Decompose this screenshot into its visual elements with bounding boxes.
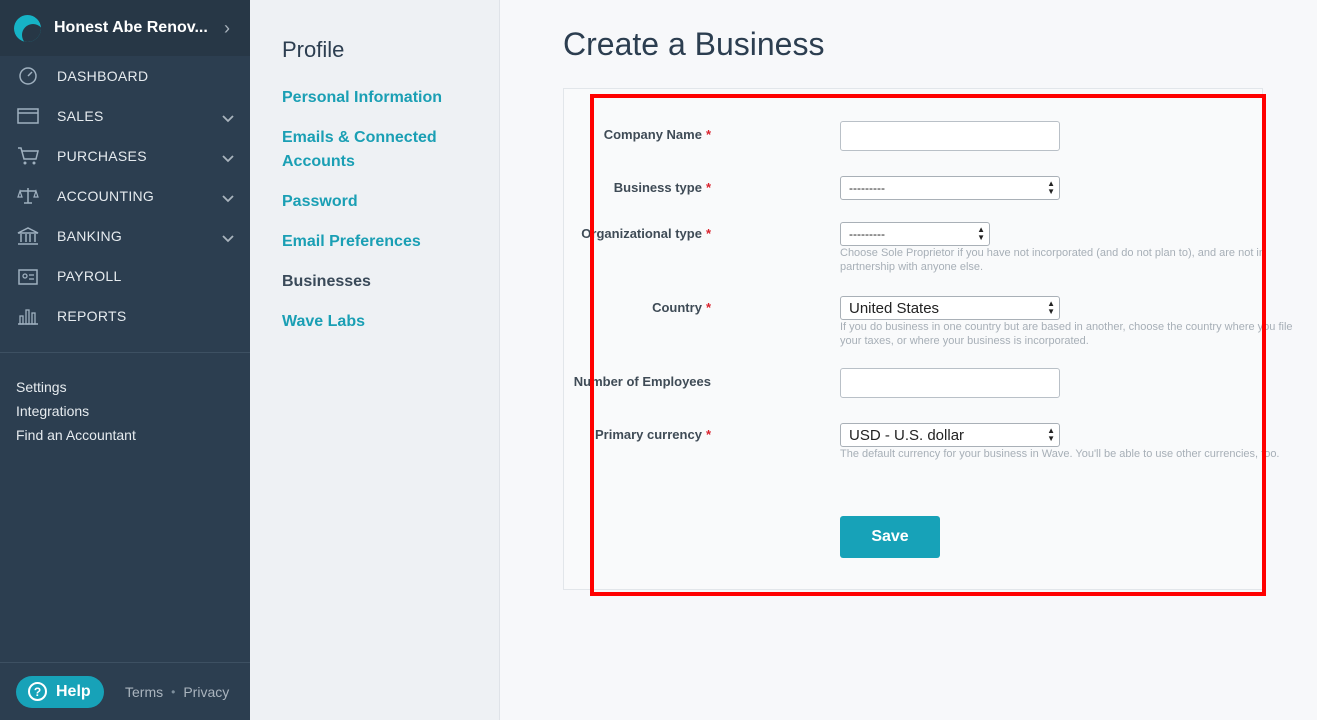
find-accountant-link[interactable]: Find an Accountant (16, 423, 234, 447)
payroll-icon (16, 266, 40, 286)
nav-label: BANKING (57, 228, 123, 244)
profile-menu: Profile Personal Information Emails & Co… (250, 0, 500, 720)
question-icon: ? (28, 682, 47, 701)
sidebar-footer: ? Help Terms • Privacy (0, 662, 250, 720)
business-switcher[interactable]: Honest Abe Renov... › (0, 0, 250, 56)
wave-logo-icon (14, 14, 41, 42)
email-preferences-link[interactable]: Email Preferences (282, 230, 472, 254)
chevron-down-icon[interactable] (222, 190, 234, 206)
nav-label: PURCHASES (57, 148, 147, 164)
profile-links: Personal Information Emails & Connected … (282, 86, 499, 334)
privacy-link[interactable]: Privacy (183, 684, 229, 700)
highlight-box (590, 94, 1266, 596)
nav-label: REPORTS (57, 308, 127, 324)
sidebar: Honest Abe Renov... › DASHBOARD SALES PU… (0, 0, 250, 720)
password-link[interactable]: Password (282, 190, 472, 214)
chevron-right-icon: › (224, 17, 230, 38)
chevron-down-icon[interactable] (222, 110, 234, 126)
chevron-down-icon[interactable] (222, 230, 234, 246)
main-content: Create a Business Company Name * Business… (500, 0, 1317, 720)
terms-link[interactable]: Terms (125, 684, 163, 700)
nav-label: ACCOUNTING (57, 188, 155, 204)
nav-sales[interactable]: SALES (0, 96, 250, 136)
profile-title: Profile (282, 37, 345, 62)
nav-dashboard[interactable]: DASHBOARD (0, 56, 250, 96)
sales-icon (16, 106, 40, 126)
help-label: Help (56, 682, 91, 700)
main-nav: DASHBOARD SALES PURCHASES ACCOUNTING BAN… (0, 56, 250, 336)
wave-labs-link[interactable]: Wave Labs (282, 310, 472, 334)
business-name: Honest Abe Renov... (54, 19, 208, 36)
nav-accounting[interactable]: ACCOUNTING (0, 176, 250, 216)
sidebar-links: Settings Integrations Find an Accountant (0, 353, 250, 447)
businesses-link[interactable]: Businesses (282, 270, 472, 294)
scale-icon (16, 186, 40, 206)
chevron-down-icon[interactable] (222, 150, 234, 166)
settings-link[interactable]: Settings (16, 375, 234, 399)
nav-label: PAYROLL (57, 268, 122, 284)
nav-label: DASHBOARD (57, 68, 149, 84)
integrations-link[interactable]: Integrations (16, 399, 234, 423)
dashboard-icon (16, 66, 40, 86)
bank-icon (16, 226, 40, 246)
nav-reports[interactable]: REPORTS (0, 296, 250, 336)
separator-dot: • (171, 684, 176, 699)
nav-purchases[interactable]: PURCHASES (0, 136, 250, 176)
personal-information-link[interactable]: Personal Information (282, 86, 472, 110)
reports-icon (16, 306, 40, 326)
help-button[interactable]: ? Help (16, 675, 104, 708)
emails-connected-accounts-link[interactable]: Emails & Connected Accounts (282, 126, 472, 174)
nav-label: SALES (57, 108, 104, 124)
nav-banking[interactable]: BANKING (0, 216, 250, 256)
nav-payroll[interactable]: PAYROLL (0, 256, 250, 296)
cart-icon (16, 146, 40, 166)
page-title: Create a Business (563, 26, 825, 62)
